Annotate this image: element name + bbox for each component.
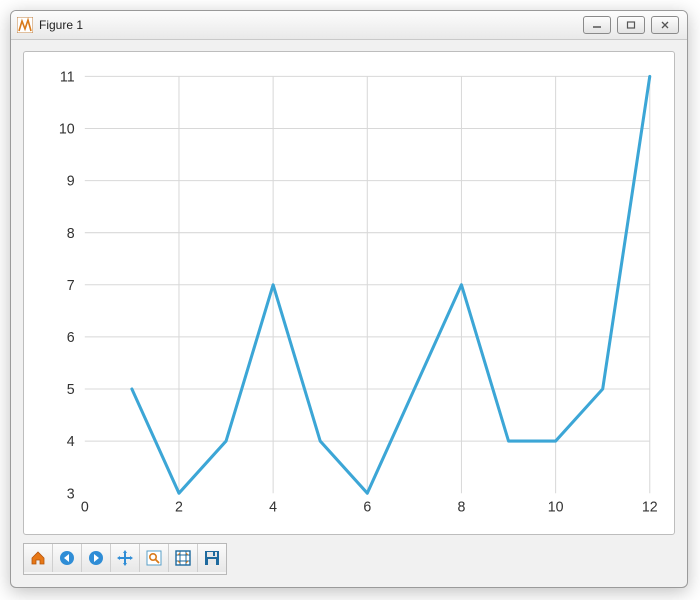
svg-text:6: 6 bbox=[67, 330, 75, 346]
svg-text:4: 4 bbox=[269, 500, 277, 516]
configure-subplots-button[interactable] bbox=[169, 544, 198, 572]
svg-text:7: 7 bbox=[67, 278, 75, 294]
svg-text:3: 3 bbox=[67, 486, 75, 502]
titlebar: Figure 1 bbox=[11, 11, 687, 40]
svg-text:4: 4 bbox=[67, 434, 75, 450]
home-button[interactable] bbox=[24, 544, 53, 572]
svg-text:2: 2 bbox=[175, 500, 183, 516]
pan-button[interactable] bbox=[111, 544, 140, 572]
svg-text:10: 10 bbox=[548, 500, 564, 516]
svg-text:0: 0 bbox=[81, 500, 89, 516]
window-title: Figure 1 bbox=[39, 18, 83, 32]
figure-window: Figure 1 0 2 4 6 8 10 12 3 4 5 6 7 8 9 10 11 bbox=[10, 10, 688, 588]
svg-text:8: 8 bbox=[67, 226, 75, 242]
navigation-toolbar bbox=[23, 543, 227, 575]
svg-text:10: 10 bbox=[59, 122, 75, 138]
svg-text:8: 8 bbox=[457, 500, 465, 516]
minimize-button[interactable] bbox=[583, 16, 611, 34]
svg-text:11: 11 bbox=[60, 69, 75, 85]
svg-text:9: 9 bbox=[67, 174, 75, 190]
y-axis-ticks: 3 4 5 6 7 8 9 10 11 bbox=[59, 69, 75, 502]
back-button[interactable] bbox=[53, 544, 82, 572]
svg-text:12: 12 bbox=[642, 500, 658, 516]
window-controls bbox=[583, 16, 679, 34]
save-button[interactable] bbox=[198, 544, 226, 572]
x-axis-ticks: 0 2 4 6 8 10 12 bbox=[81, 500, 658, 516]
line-chart[interactable]: 0 2 4 6 8 10 12 3 4 5 6 7 8 9 10 11 bbox=[34, 62, 664, 524]
svg-text:5: 5 bbox=[67, 382, 75, 398]
close-button[interactable] bbox=[651, 16, 679, 34]
app-icon bbox=[17, 17, 33, 33]
zoom-button[interactable] bbox=[140, 544, 169, 572]
plot-area: 0 2 4 6 8 10 12 3 4 5 6 7 8 9 10 11 bbox=[23, 51, 675, 535]
forward-button[interactable] bbox=[82, 544, 111, 572]
svg-text:6: 6 bbox=[363, 500, 371, 516]
maximize-button[interactable] bbox=[617, 16, 645, 34]
